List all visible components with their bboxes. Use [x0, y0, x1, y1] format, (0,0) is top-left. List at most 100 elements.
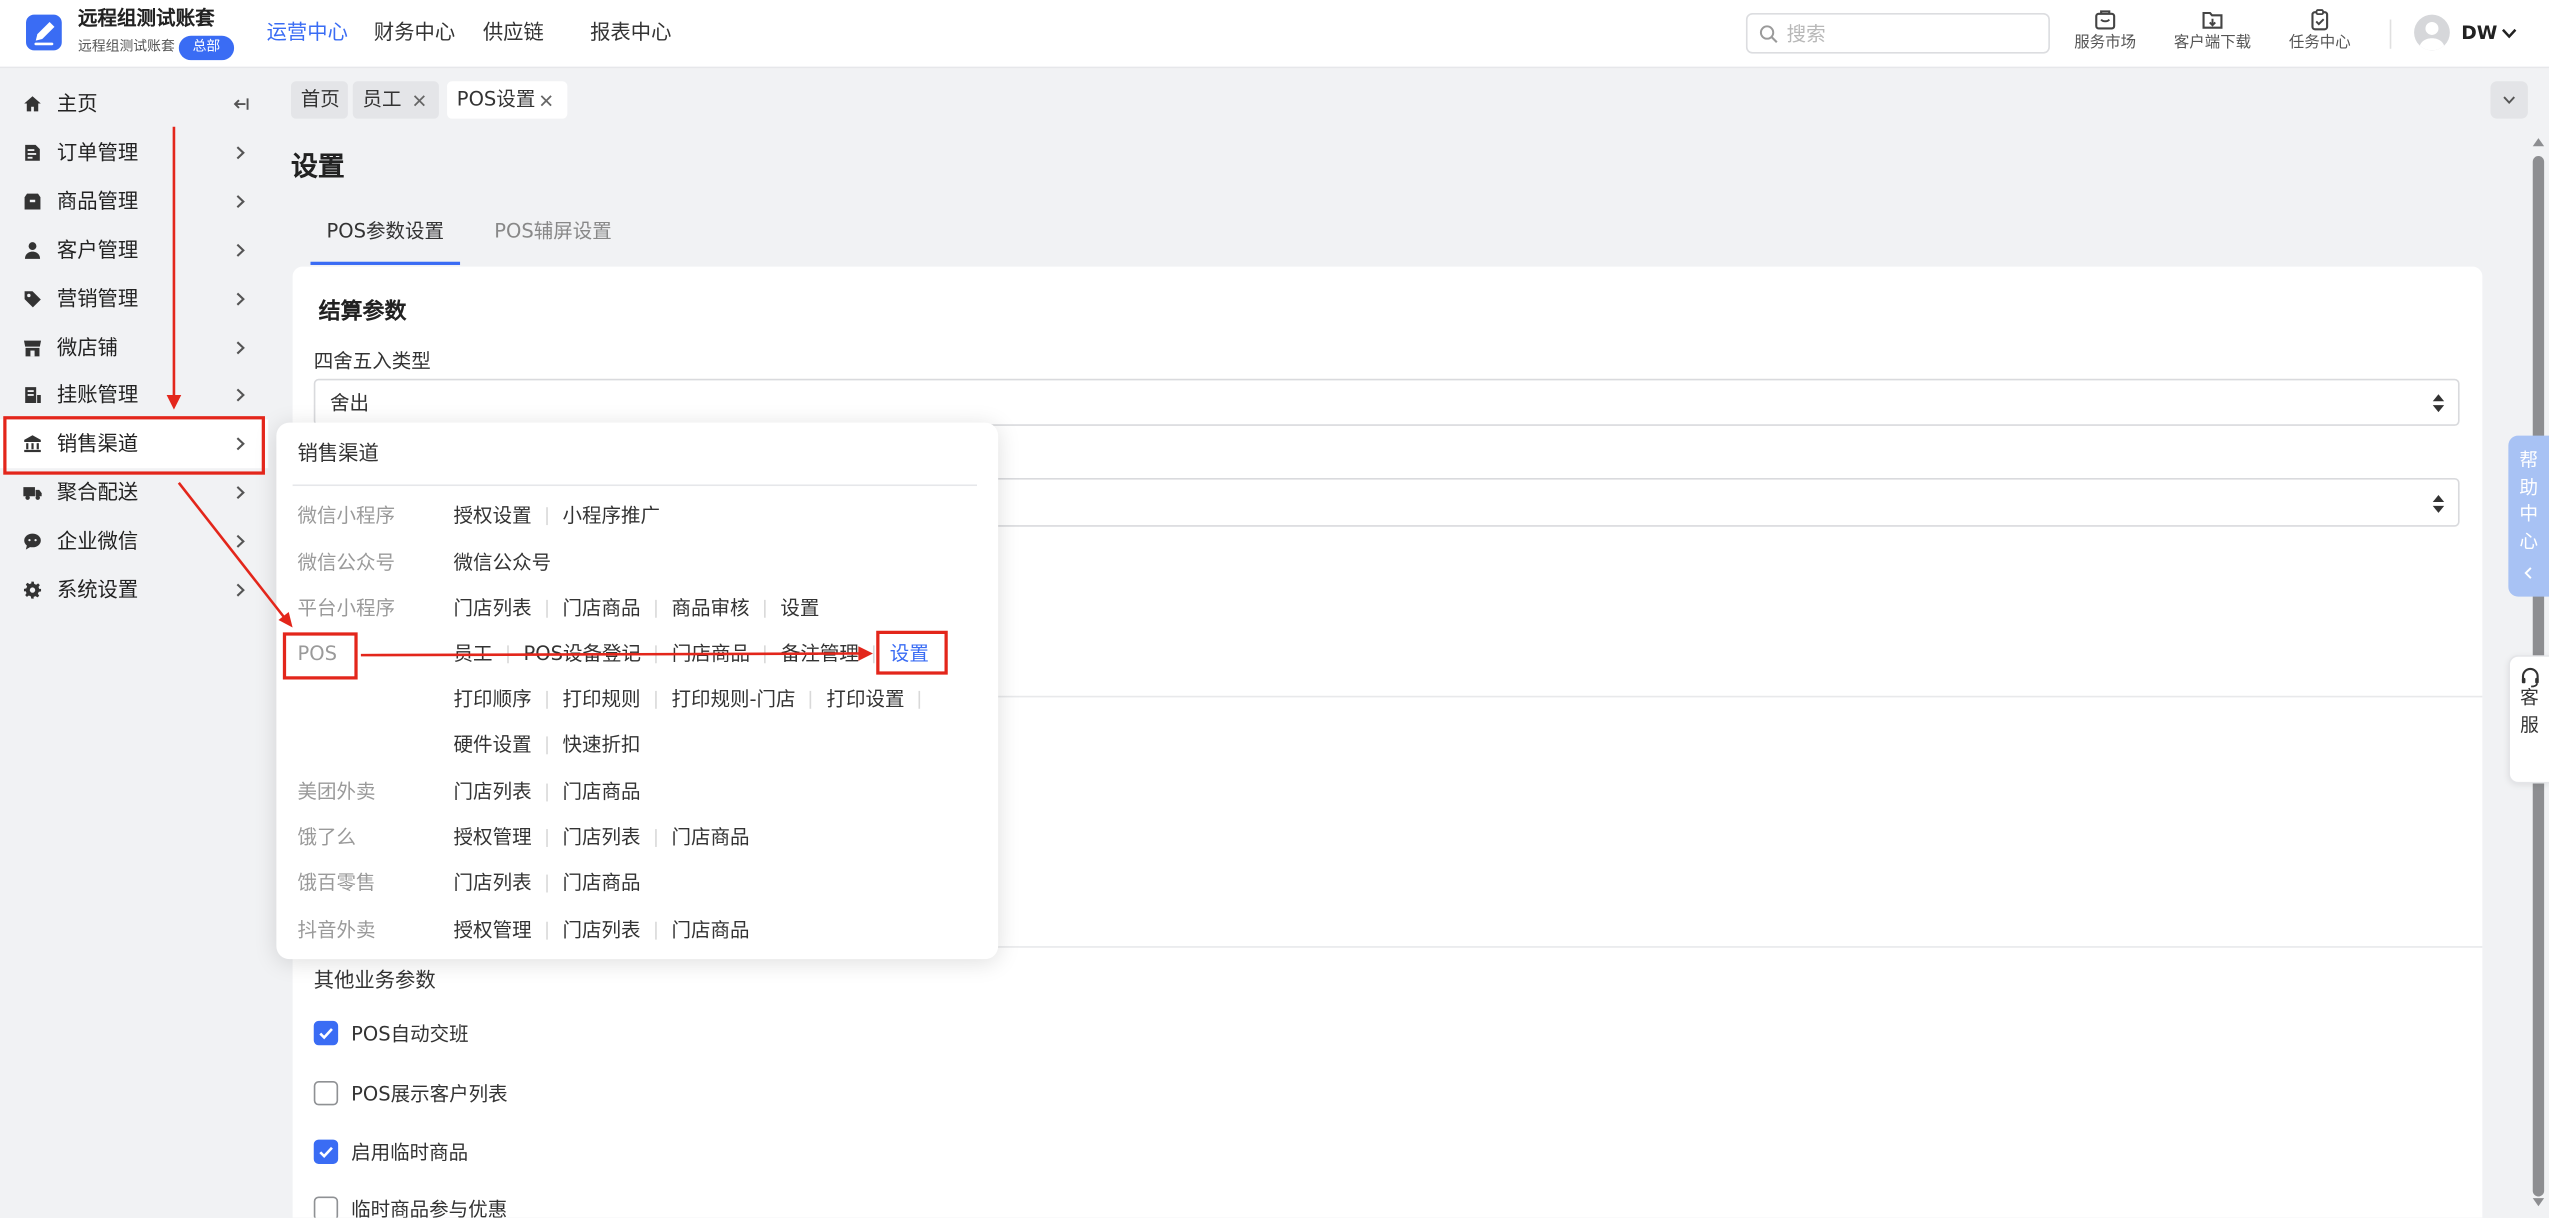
app-window: 远程组测试账套 远程组测试账套 总部 运营中心 财务中心 供应链 报表中心 服务…: [0, 0, 2549, 1218]
tab-pos-settings[interactable]: POS设置: [447, 81, 568, 119]
menu-link[interactable]: 硬件设置: [454, 732, 532, 758]
checkbox-label: 临时商品参与优惠: [351, 1198, 508, 1218]
tab-home[interactable]: 首页: [290, 81, 348, 119]
menu-link[interactable]: 快速折扣: [562, 732, 640, 758]
tab-pos-secondary-screen[interactable]: POS辅屏设置: [494, 218, 612, 244]
tag-icon: [23, 289, 43, 309]
menu-link[interactable]: 门店商品: [672, 641, 750, 667]
sidebar-item-sales-channel[interactable]: 销售渠道: [0, 419, 269, 469]
sidebar-item-delivery[interactable]: 聚合配送: [0, 468, 268, 517]
service-market-button[interactable]: 服务市场: [2056, 0, 2154, 68]
avatar-icon[interactable]: [2414, 14, 2450, 51]
search-input[interactable]: [1786, 19, 2031, 48]
nav-reports[interactable]: 报表中心: [590, 20, 671, 46]
search-icon: [1759, 24, 1779, 44]
client-download-button[interactable]: 客户端下载: [2164, 0, 2262, 68]
sidebar-item-label: 销售渠道: [56, 430, 139, 456]
ledger-icon: [23, 385, 43, 405]
menu-link[interactable]: 门店商品: [562, 870, 640, 896]
menu-link[interactable]: 微信公众号: [454, 549, 552, 575]
menu-group-pos-continued: 硬件设置 快速折扣: [276, 728, 998, 761]
menu-link[interactable]: 打印顺序: [454, 686, 532, 712]
separator: [655, 920, 657, 939]
sort-arrows-icon: [2432, 393, 2445, 413]
help-center-tab[interactable]: 帮助中心: [2508, 435, 2549, 597]
nav-supply-chain[interactable]: 供应链: [483, 20, 544, 46]
menu-link[interactable]: 设置: [780, 595, 819, 621]
menu-link[interactable]: 员工: [454, 641, 493, 667]
close-icon[interactable]: [413, 94, 426, 107]
nav-finance[interactable]: 财务中心: [374, 20, 455, 46]
sales-channel-menu: 销售渠道 微信小程序 授权设置 小程序推广 微信公众号 微信公众号 平台小程序 …: [276, 422, 999, 960]
home-icon: [23, 94, 43, 114]
tabs-dropdown-button[interactable]: [2490, 81, 2528, 119]
separator: [546, 920, 548, 939]
user-name[interactable]: DW: [2461, 21, 2497, 45]
separator: [507, 644, 509, 663]
chevron-right-icon: [232, 291, 248, 307]
checkbox[interactable]: [313, 1081, 339, 1106]
menu-link[interactable]: 授权管理: [454, 824, 532, 850]
separator: [655, 599, 657, 617]
search-box[interactable]: [1745, 13, 2050, 54]
tab-staff[interactable]: 员工: [352, 81, 439, 119]
menu-link[interactable]: 门店列表: [562, 824, 640, 850]
sidebar-item-label: 微店铺: [56, 334, 118, 360]
menu-link[interactable]: 商品审核: [671, 595, 749, 621]
sidebar-item-micro-shop[interactable]: 微店铺: [0, 324, 268, 373]
sidebar-item-customers[interactable]: 客户管理: [0, 226, 268, 275]
chevron-right-icon: [232, 484, 248, 500]
tab-label: POS设置: [456, 87, 536, 111]
sidebar-item-credit[interactable]: 挂账管理: [0, 371, 268, 420]
menu-link[interactable]: 门店商品: [562, 779, 640, 805]
menu-link[interactable]: 门店列表: [454, 870, 532, 896]
menu-link[interactable]: POS设备登记: [523, 641, 641, 667]
tab-pos-params[interactable]: POS参数设置: [310, 218, 460, 244]
menu-link[interactable]: 备注管理: [781, 641, 859, 667]
shop-icon: [23, 338, 43, 358]
sidebar-item-home[interactable]: 主页: [0, 80, 268, 129]
separator: [655, 690, 657, 708]
app-logo-icon[interactable]: [26, 14, 62, 51]
menu-link[interactable]: 打印规则-门店: [671, 686, 795, 712]
org-badge[interactable]: 总部: [178, 35, 235, 61]
rounding-type-select[interactable]: 舍出: [313, 378, 2460, 426]
menu-link[interactable]: 打印设置: [826, 686, 904, 712]
checkbox[interactable]: [313, 1139, 339, 1164]
separator: [546, 506, 548, 525]
task-center-button[interactable]: 任务中心: [2271, 0, 2369, 68]
checkbox-label: 启用临时商品: [351, 1141, 469, 1164]
menu-link[interactable]: 打印规则: [562, 686, 640, 712]
nav-operations[interactable]: 运营中心: [267, 20, 348, 46]
menu-link[interactable]: 门店列表: [454, 595, 532, 621]
checkbox[interactable]: [313, 1020, 339, 1046]
menu-group-label: 微信小程序: [297, 503, 396, 527]
collapse-sidebar-icon[interactable]: [232, 96, 249, 112]
scroll-up-icon[interactable]: [2531, 137, 2546, 148]
sidebar-item-marketing[interactable]: 营销管理: [0, 275, 268, 324]
menu-link[interactable]: 门店商品: [671, 824, 749, 850]
tab-label: 首页: [300, 87, 340, 111]
menu-link-pos-settings[interactable]: 设置: [890, 641, 929, 667]
separator: [546, 782, 548, 801]
menu-link[interactable]: 门店列表: [562, 917, 640, 943]
menu-group: 微信公众号 微信公众号: [276, 546, 998, 579]
checkbox[interactable]: [313, 1196, 339, 1218]
separator: [655, 644, 658, 663]
sidebar-item-goods[interactable]: 商品管理: [0, 177, 268, 226]
menu-link[interactable]: 授权管理: [454, 917, 532, 943]
sidebar-item-orders[interactable]: 订单管理: [0, 128, 268, 177]
menu-link[interactable]: 授权设置: [454, 502, 532, 528]
customer-service-tab[interactable]: 客服: [2508, 655, 2549, 784]
sidebar-item-system-settings[interactable]: 系统设置: [0, 566, 268, 615]
menu-link[interactable]: 门店商品: [562, 595, 640, 621]
scroll-down-icon[interactable]: [2531, 1196, 2546, 1207]
close-icon[interactable]: [540, 94, 553, 107]
separator: [546, 873, 548, 892]
sidebar-item-wecom[interactable]: 企业微信: [0, 517, 268, 566]
menu-link[interactable]: 门店商品: [671, 917, 749, 943]
menu-group-label: 饿了么: [297, 825, 357, 849]
menu-link[interactable]: 小程序推广: [562, 502, 660, 528]
chevron-down-icon[interactable]: [2500, 24, 2518, 42]
menu-link[interactable]: 门店列表: [454, 779, 532, 805]
